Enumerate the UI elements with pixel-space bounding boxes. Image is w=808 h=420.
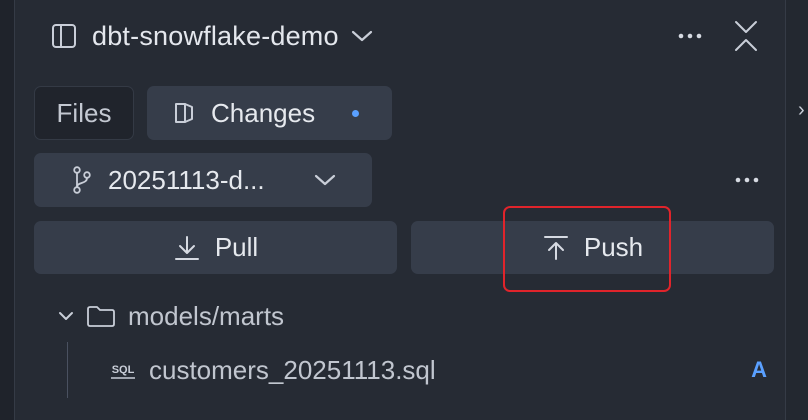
file-item[interactable]: SQL customers_20251113.sql A (107, 352, 767, 388)
chevron-down-icon (312, 167, 338, 193)
tab-files-label: Files (56, 97, 112, 128)
tab-files[interactable]: Files (34, 86, 134, 140)
more-horizontal-icon[interactable] (676, 22, 704, 50)
project-title[interactable]: dbt-snowflake-demo (92, 21, 339, 52)
branch-more-icon[interactable] (733, 166, 761, 194)
sql-file-icon: SQL (107, 357, 139, 383)
chevron-down-icon[interactable] (349, 23, 375, 49)
left-edge-panel (0, 0, 15, 420)
collapse-icon[interactable] (732, 18, 760, 54)
push-button[interactable]: Push (411, 221, 774, 274)
git-branch-icon (72, 166, 94, 194)
chevron-down-icon[interactable] (56, 306, 76, 326)
svg-text:SQL: SQL (112, 364, 135, 376)
pull-label: Pull (214, 232, 259, 262)
folder-icon (86, 302, 118, 330)
panel-header: dbt-snowflake-demo (50, 18, 768, 54)
file-status-badge: A (751, 357, 767, 382)
file-name: customers_20251113.sql (149, 354, 436, 385)
arrow-down-to-line-icon (173, 234, 201, 262)
right-edge-panel: › (785, 0, 808, 420)
push-label: Push (583, 232, 644, 262)
pull-button[interactable]: Pull (34, 221, 397, 274)
tree-indent-guide (67, 342, 68, 398)
arrow-up-from-line-icon (542, 234, 570, 262)
branch-selector[interactable]: 20251113-d... (34, 153, 372, 207)
changes-icon (173, 101, 197, 125)
tab-changes-label: Changes (211, 97, 316, 128)
tab-changes[interactable]: Changes (147, 86, 392, 140)
changes-indicator-dot (352, 110, 359, 117)
folder-name: models/marts (128, 300, 285, 331)
branch-name: 20251113-d... (108, 164, 265, 195)
sidebar-panel-icon (50, 22, 78, 50)
folder-item[interactable]: models/marts (56, 298, 284, 334)
chevron-right-icon[interactable]: › (798, 98, 806, 122)
